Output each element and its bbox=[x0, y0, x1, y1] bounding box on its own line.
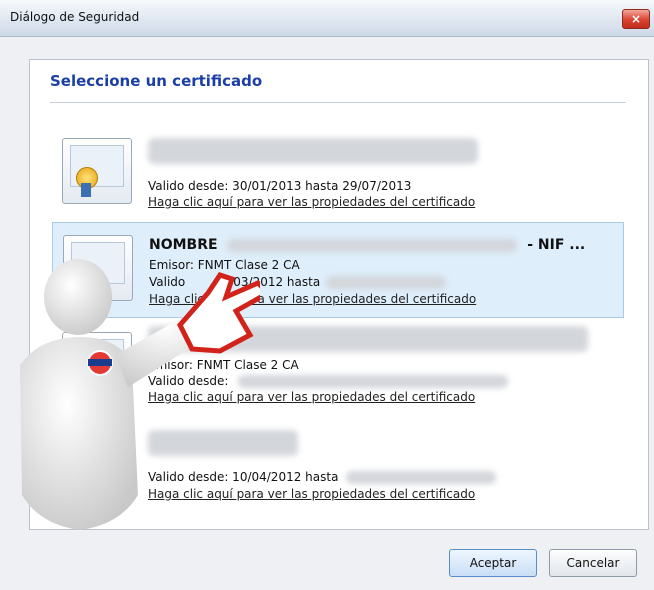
certificate-name-redacted bbox=[148, 138, 478, 164]
certificate-name: NOMBRE - NIF ... bbox=[149, 237, 585, 253]
certificate-name-redacted bbox=[148, 430, 298, 456]
dialog-heading: Seleccione un certificado bbox=[50, 72, 263, 90]
certificate-icon bbox=[63, 235, 133, 301]
certificate-name-prefix: NOMBRE bbox=[149, 237, 218, 253]
certificate-item-4[interactable]: Valido desde: 10/04/2012 hasta Haga clic… bbox=[52, 418, 622, 510]
certificate-icon bbox=[62, 138, 132, 204]
certificate-validity: Valido desde: 30/01/2013 hasta 29/07/201… bbox=[148, 179, 412, 193]
certificate-issuer: Emisor: FNMT Clase 2 CA bbox=[148, 358, 299, 372]
certificate-properties-link[interactable]: Haga clic aquí para ver las propiedades … bbox=[148, 487, 475, 501]
close-button[interactable]: × bbox=[622, 9, 650, 29]
cancel-button[interactable]: Cancelar bbox=[549, 549, 637, 577]
certificate-name-redacted bbox=[148, 326, 588, 352]
certificate-properties-link[interactable]: Haga clic aquí para ver las propiedades … bbox=[149, 292, 476, 306]
certificate-validity: Valido desde: bbox=[148, 374, 509, 388]
certificate-name-suffix: - NIF ... bbox=[527, 237, 586, 253]
certificate-item-3[interactable]: Emisor: FNMT Clase 2 CA Valido desde: Ha… bbox=[52, 320, 622, 412]
certificate-properties-link[interactable]: Haga clic aquí para ver las propiedades … bbox=[148, 195, 475, 209]
certificate-properties-link[interactable]: Haga clic aquí para ver las propiedades … bbox=[148, 390, 475, 404]
certificate-validity: Valido desde: 10/04/2012 hasta bbox=[148, 470, 497, 484]
certificate-icon bbox=[62, 332, 132, 398]
certificate-item-1[interactable]: Valido desde: 30/01/2013 hasta 29/07/201… bbox=[52, 126, 622, 218]
title-bar: Diálogo de Seguridad × bbox=[0, 0, 654, 37]
heading-separator bbox=[50, 102, 626, 103]
certificate-item-2[interactable]: NOMBRE - NIF ... Emisor: FNMT Clase 2 CA… bbox=[52, 222, 624, 318]
certificate-icon bbox=[62, 430, 132, 496]
certificate-issuer: Emisor: FNMT Clase 2 CA bbox=[149, 258, 300, 272]
certificate-validity: Valido 03/2012 hasta bbox=[149, 275, 447, 289]
window-title: Diálogo de Seguridad bbox=[10, 10, 140, 24]
accept-button[interactable]: Aceptar bbox=[449, 549, 537, 577]
